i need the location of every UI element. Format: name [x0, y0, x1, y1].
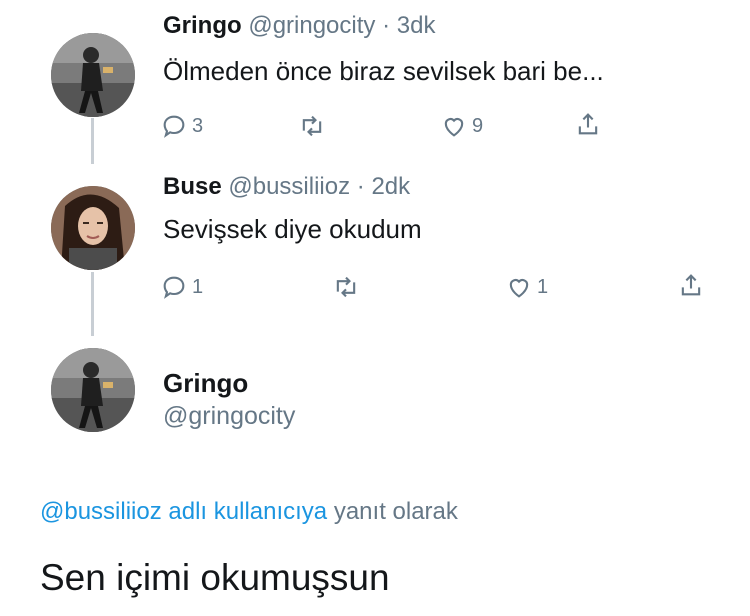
like-button[interactable]: 1 [505, 273, 548, 301]
username[interactable]: @bussiliioz [228, 173, 350, 200]
display-name[interactable]: Gringo [163, 12, 242, 39]
thread-line [91, 118, 94, 164]
like-button[interactable]: 9 [440, 112, 483, 140]
username[interactable]: @gringocity [248, 12, 375, 39]
like-count: 1 [537, 275, 549, 298]
tweet-text: Ölmeden önce biraz sevilsek bari be... [163, 56, 604, 86]
tweet-header: Gringo @gringocity · 3dk [163, 12, 435, 40]
timestamp[interactable]: 2dk [371, 173, 410, 200]
tweet-text: Sevişsek diye okudum [163, 214, 422, 244]
thread-line [91, 272, 94, 336]
display-name[interactable]: Buse [163, 173, 222, 200]
avatar[interactable] [51, 33, 135, 117]
avatar[interactable] [51, 348, 135, 432]
reply-mention-link[interactable]: @bussiliioz adlı kullanıcıya [40, 498, 327, 525]
replying-to: @bussiliioz adlı kullanıcıya yanıt olara… [40, 498, 458, 526]
like-icon [509, 279, 529, 298]
reply-icon [163, 115, 185, 138]
retweet-icon [336, 276, 356, 298]
retweet-icon [302, 115, 322, 137]
share-button[interactable] [574, 110, 602, 138]
reply-icon [163, 276, 185, 299]
reply-count: 3 [192, 114, 204, 137]
like-icon [444, 118, 464, 137]
share-icon [578, 113, 598, 135]
tweet-header: Buse @bussiliioz · 2dk [163, 173, 410, 201]
separator-dot: · [356, 173, 365, 200]
username[interactable]: @gringocity [163, 402, 295, 431]
retweet-button[interactable] [332, 273, 364, 301]
reply-count: 1 [192, 275, 204, 298]
reply-button[interactable]: 1 [160, 273, 203, 301]
reply-button[interactable]: 3 [160, 112, 203, 140]
like-count: 9 [472, 114, 484, 137]
reply-suffix: yanıt olarak [333, 498, 458, 525]
display-name[interactable]: Gringo [163, 368, 248, 399]
share-icon [681, 274, 701, 296]
timestamp[interactable]: 3dk [397, 12, 436, 39]
separator-dot: · [382, 12, 391, 39]
avatar[interactable] [51, 186, 135, 270]
tweet-text: Sen içimi okumuşsun [40, 557, 390, 598]
share-button[interactable] [677, 271, 705, 299]
retweet-button[interactable] [298, 112, 330, 140]
